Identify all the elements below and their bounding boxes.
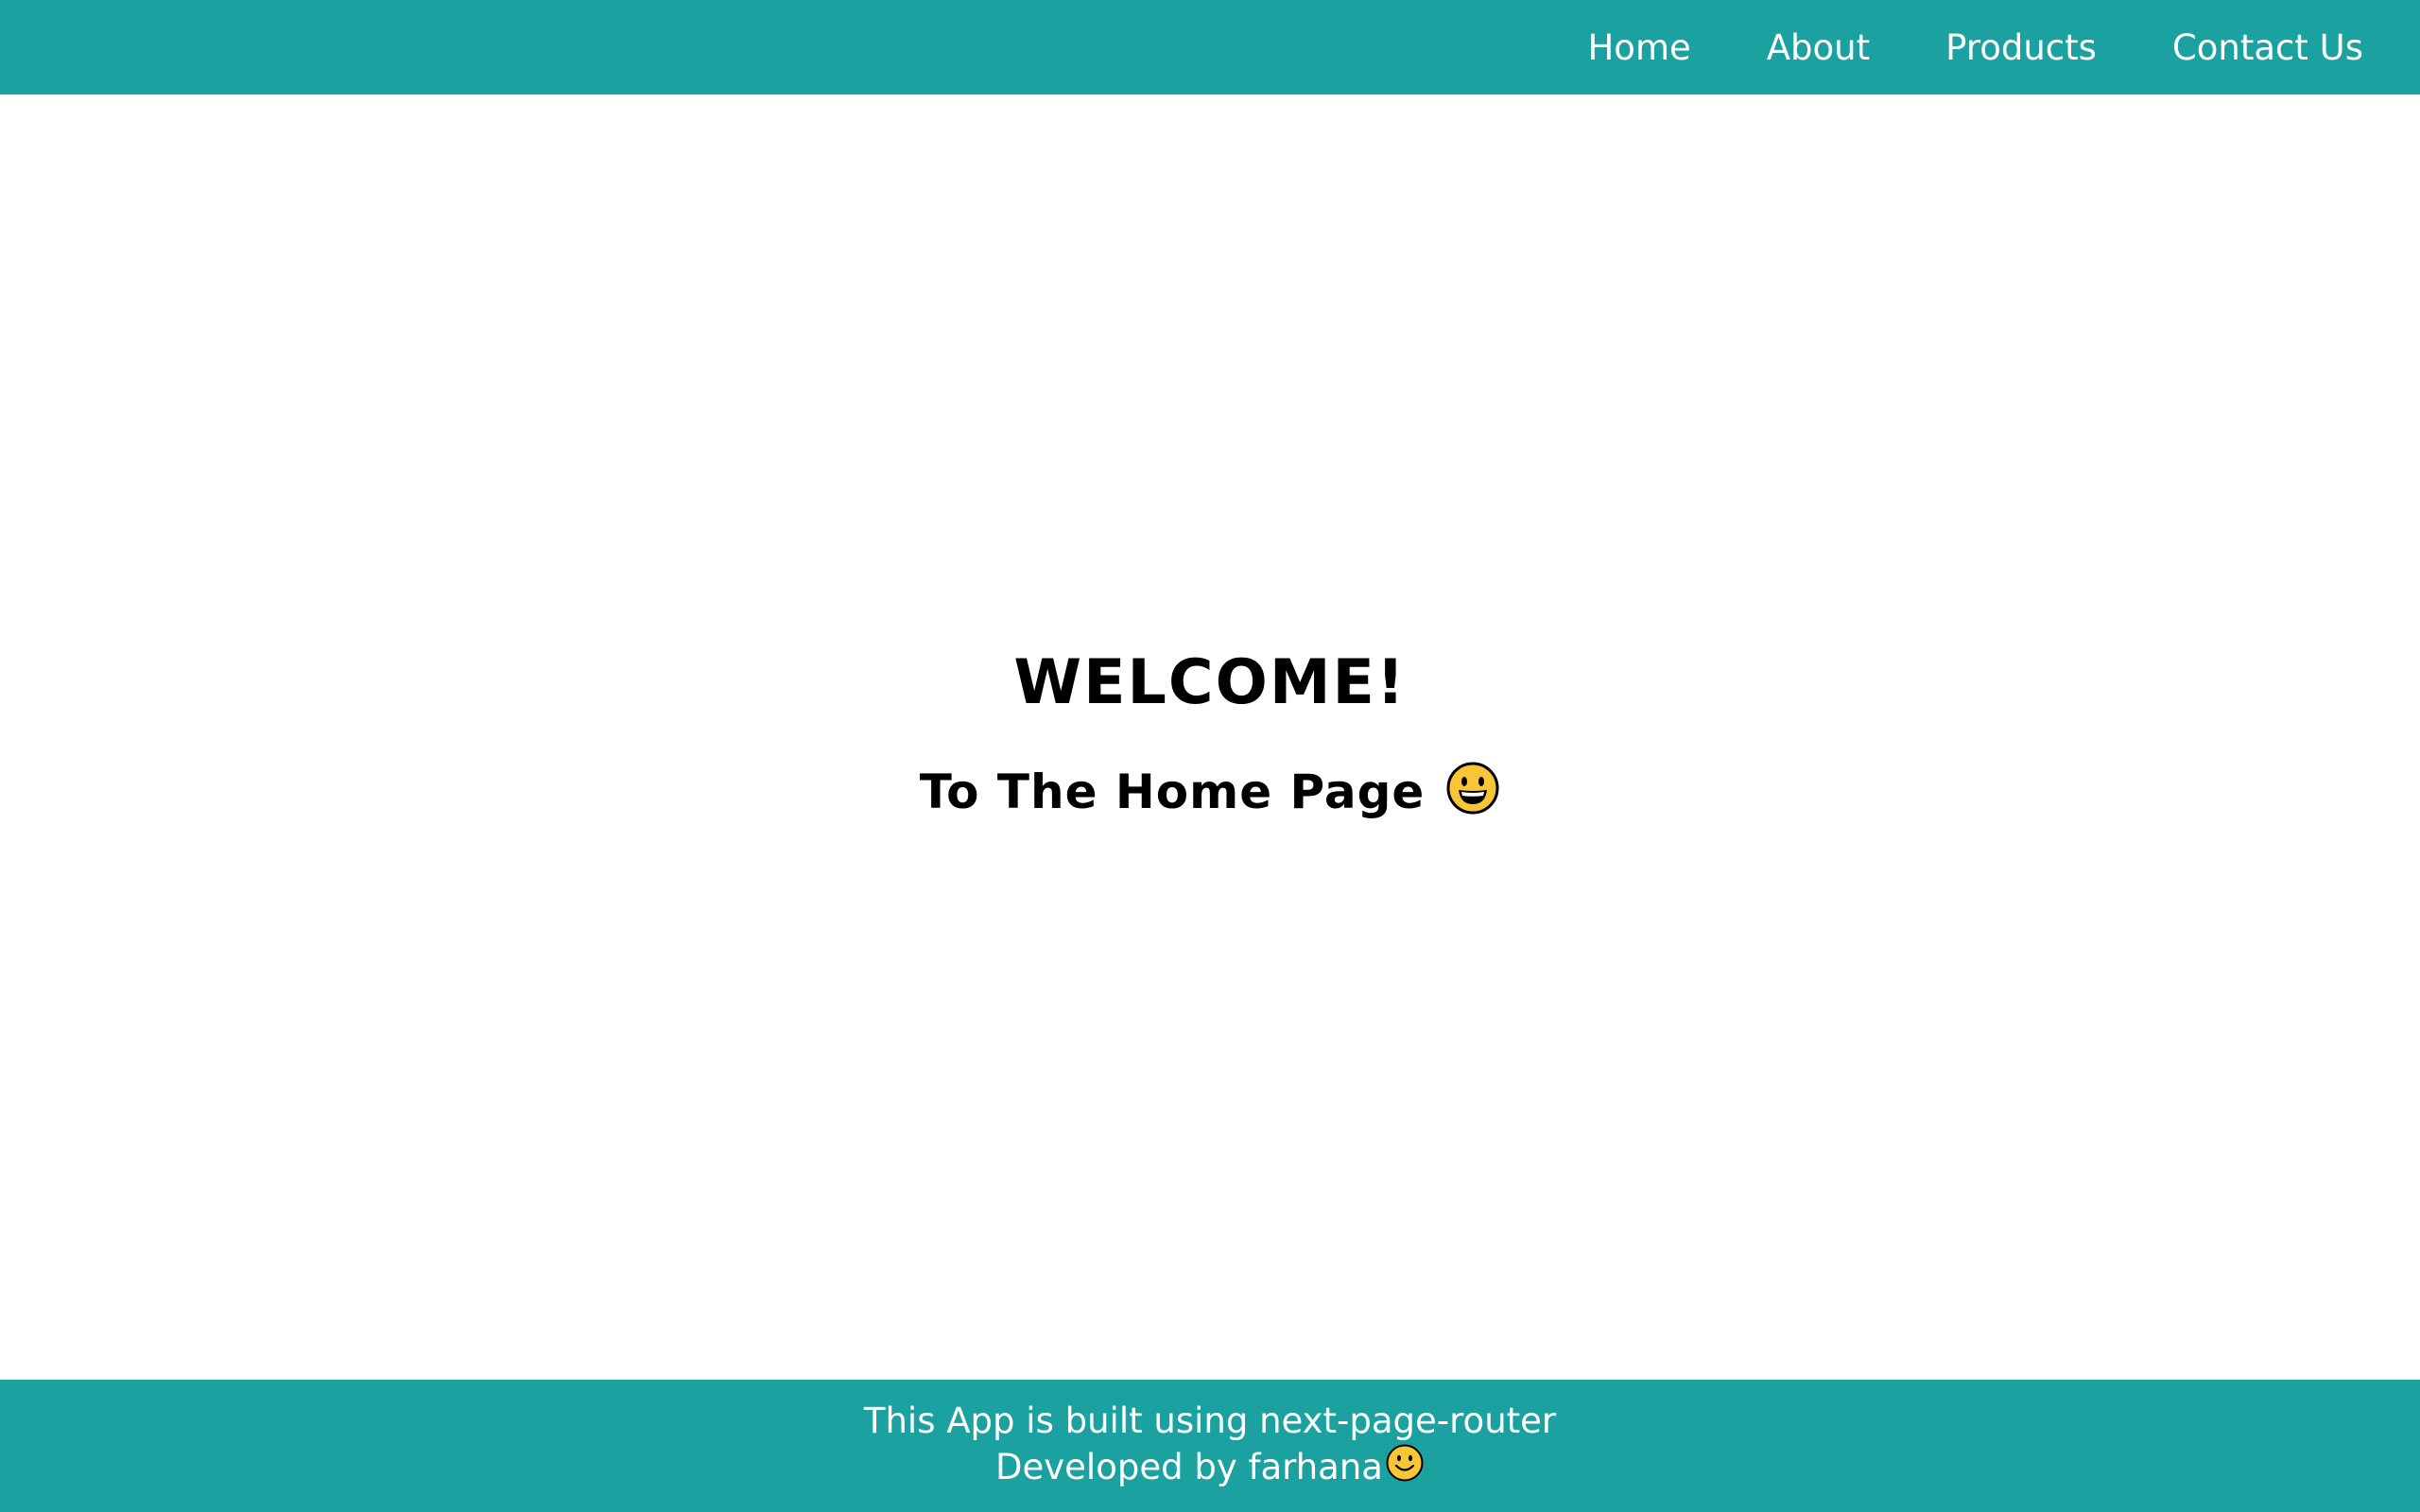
main-content: WELCOME! To The Home Page [0,94,2420,1380]
footer-built-with-text: This App is built using next-page-router [863,1400,1557,1441]
nav-link-home[interactable]: Home [1587,30,1690,65]
nav-link-about[interactable]: About [1767,30,1870,65]
subheading-text: To The Home Page [919,764,1426,819]
nav-link-products[interactable]: Products [1945,30,2097,65]
page: Home About Products Contact Us WELCOME! … [0,0,2420,1512]
grinning-face-icon [1445,761,1500,823]
footer-developer-line: Developed by farhana [995,1443,1425,1493]
welcome-heading: WELCOME! [1013,646,1407,718]
nav-link-contact-us[interactable]: Contact Us [2172,30,2363,65]
footer: This App is built using next-page-router… [0,1380,2420,1512]
footer-developer-text: Developed by farhana [995,1447,1383,1487]
navbar: Home About Products Contact Us [0,0,2420,94]
home-page-subheading: To The Home Page [920,761,1501,823]
smiling-face-icon [1385,1443,1425,1493]
